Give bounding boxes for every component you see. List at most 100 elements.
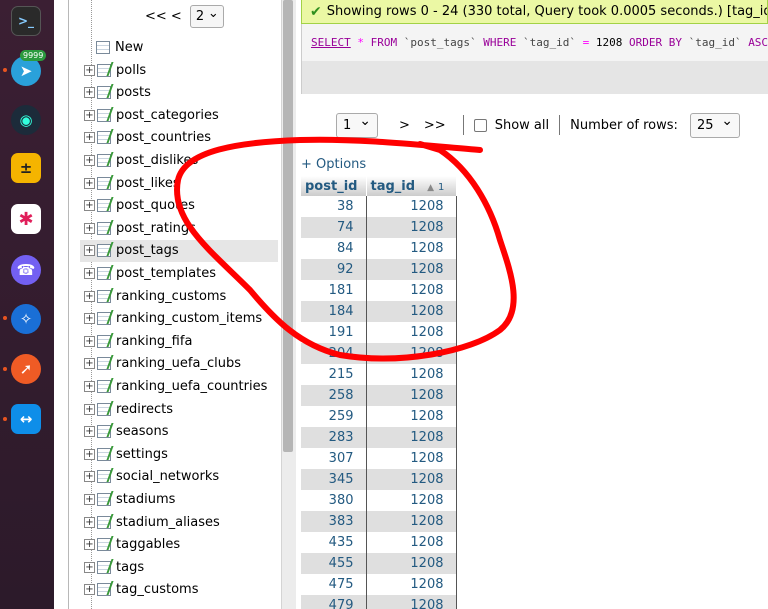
tree-item-label[interactable]: polls	[116, 63, 146, 78]
tree-item-label[interactable]: ranking_fifa	[116, 334, 192, 349]
expand-icon[interactable]: +	[84, 290, 95, 302]
cell-tag-id[interactable]: 1208	[366, 574, 457, 595]
tree-item-redirects[interactable]: + redirects	[80, 398, 278, 420]
expand-icon[interactable]: +	[84, 154, 95, 166]
table-row[interactable]: 283 1208	[301, 427, 457, 448]
table-structure-icon[interactable]	[97, 447, 111, 461]
table-row[interactable]: 38 1208	[301, 196, 457, 217]
column-header-tag-id[interactable]: tag_id ▲ 1	[366, 176, 457, 196]
table-row[interactable]: 204 1208	[301, 343, 457, 364]
expand-icon[interactable]: +	[84, 516, 95, 528]
cell-post-id[interactable]: 92	[301, 259, 367, 280]
options-link[interactable]: + Options	[301, 157, 366, 172]
tree-item-label[interactable]: redirects	[116, 402, 173, 417]
table-row[interactable]: 475 1208	[301, 574, 457, 595]
gitkraken-app-icon[interactable]: ◉	[11, 105, 41, 135]
rocket-app-icon[interactable]: ✧	[11, 304, 41, 334]
tree-item-tag-customs[interactable]: + tag_customs	[80, 579, 278, 601]
expand-icon[interactable]: +	[84, 177, 95, 189]
cell-tag-id[interactable]: 1208	[366, 322, 457, 343]
tree-item-polls[interactable]: + polls	[80, 59, 278, 81]
tree-item-label[interactable]: ranking_custom_items	[116, 311, 262, 326]
table-structure-icon[interactable]	[97, 221, 111, 235]
tree-item-label[interactable]: ranking_customs	[116, 289, 226, 304]
table-structure-icon[interactable]	[97, 131, 111, 145]
tree-item-post-countries[interactable]: + post_countries	[80, 127, 278, 149]
expand-icon[interactable]: +	[84, 200, 95, 212]
cell-tag-id[interactable]: 1208	[366, 511, 457, 532]
tree-item-post-categories[interactable]: + post_categories	[80, 104, 278, 126]
expand-icon[interactable]: +	[84, 380, 95, 392]
tree-scrollbar-thumb[interactable]	[283, 0, 293, 452]
cell-tag-id[interactable]: 1208	[366, 490, 457, 511]
tree-item-post-ratings[interactable]: + post_ratings	[80, 217, 278, 239]
table-structure-icon[interactable]	[97, 379, 111, 393]
table-structure-icon[interactable]	[97, 402, 111, 416]
table-structure-icon[interactable]	[97, 470, 111, 484]
calculator-app-icon[interactable]: ±	[11, 153, 41, 183]
cell-tag-id[interactable]: 1208	[366, 448, 457, 469]
tree-item-label[interactable]: post_templates	[116, 266, 216, 281]
cell-tag-id[interactable]: 1208	[366, 301, 457, 322]
cell-tag-id[interactable]: 1208	[366, 595, 457, 609]
cell-post-id[interactable]: 479	[301, 595, 367, 609]
tree-item-label[interactable]: social_networks	[116, 469, 219, 484]
cell-tag-id[interactable]: 1208	[366, 364, 457, 385]
cell-post-id[interactable]: 307	[301, 448, 367, 469]
table-row[interactable]: 84 1208	[301, 238, 457, 259]
teamviewer-app-icon[interactable]: ↔	[11, 404, 41, 434]
cell-tag-id[interactable]: 1208	[366, 196, 457, 217]
table-structure-icon[interactable]	[97, 560, 111, 574]
table-row[interactable]: 191 1208	[301, 322, 457, 343]
cell-post-id[interactable]: 191	[301, 322, 367, 343]
tree-item-tags[interactable]: + tags	[80, 556, 278, 578]
tree-item-label[interactable]: ranking_uefa_clubs	[116, 356, 241, 371]
cell-post-id[interactable]: 383	[301, 511, 367, 532]
table-row[interactable]: 345 1208	[301, 469, 457, 490]
postman-app-icon[interactable]: ➚	[11, 354, 41, 384]
table-row[interactable]: 455 1208	[301, 553, 457, 574]
tree-item-label[interactable]: post_dislikes	[116, 153, 198, 168]
tree-item-social-networks[interactable]: + social_networks	[80, 466, 278, 488]
cell-tag-id[interactable]: 1208	[366, 238, 457, 259]
table-structure-icon[interactable]	[97, 492, 111, 506]
table-structure-icon[interactable]	[97, 86, 111, 100]
expand-icon[interactable]: +	[84, 493, 95, 505]
cell-tag-id[interactable]: 1208	[366, 259, 457, 280]
cell-post-id[interactable]: 38	[301, 196, 367, 217]
tree-item-ranking-custom-items[interactable]: + ranking_custom_items	[80, 308, 278, 330]
table-structure-icon[interactable]	[97, 199, 111, 213]
viber-app-icon[interactable]: ☎	[11, 255, 41, 285]
table-structure-icon[interactable]	[97, 515, 111, 529]
tree-item-label[interactable]: tags	[116, 560, 144, 575]
tree-item-post-templates[interactable]: + post_templates	[80, 262, 278, 284]
table-row[interactable]: 215 1208	[301, 364, 457, 385]
expand-icon[interactable]: +	[84, 64, 95, 76]
expand-icon[interactable]: +	[84, 313, 95, 325]
tree-item-ranking-uefa-countries[interactable]: + ranking_uefa_countries	[80, 375, 278, 397]
rows-per-page-select[interactable]: 25	[689, 110, 740, 138]
table-structure-icon[interactable]	[97, 583, 111, 597]
expand-icon[interactable]: +	[84, 132, 95, 144]
table-row[interactable]: 258 1208	[301, 385, 457, 406]
expand-icon[interactable]: +	[84, 426, 95, 438]
tree-item-post-dislikes[interactable]: + post_dislikes	[80, 149, 278, 171]
cell-tag-id[interactable]: 1208	[366, 385, 457, 406]
tree-item-label[interactable]: post_tags	[116, 243, 179, 258]
tree-item-post-tags[interactable]: + post_tags	[80, 239, 278, 262]
cell-post-id[interactable]: 181	[301, 280, 367, 301]
table-structure-icon[interactable]	[97, 266, 111, 280]
table-structure-icon[interactable]	[97, 108, 111, 122]
table-row[interactable]: 307 1208	[301, 448, 457, 469]
expand-icon[interactable]: +	[84, 539, 95, 551]
tree-item-label[interactable]: seasons	[116, 424, 168, 439]
tree-item-label[interactable]: settings	[116, 447, 168, 462]
cell-post-id[interactable]: 455	[301, 553, 367, 574]
cell-tag-id[interactable]: 1208	[366, 532, 457, 553]
table-row[interactable]: 259 1208	[301, 406, 457, 427]
tree-item-posts[interactable]: + posts	[80, 82, 278, 104]
tree-item-ranking-customs[interactable]: + ranking_customs	[80, 285, 278, 307]
column-header-post-id[interactable]: post_id	[301, 176, 367, 196]
tree-item-ranking-fifa[interactable]: + ranking_fifa	[80, 330, 278, 352]
tree-item-label[interactable]: ranking_uefa_countries	[116, 379, 267, 394]
